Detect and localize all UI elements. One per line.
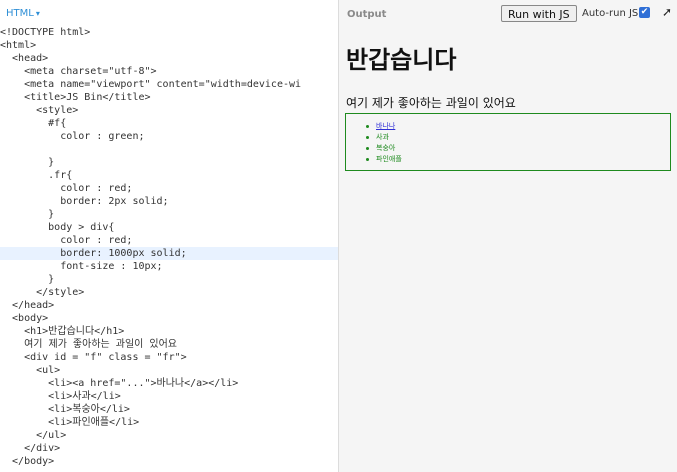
code-line[interactable]: <html> (0, 39, 338, 52)
html-panel-label-text: HTML (6, 8, 34, 19)
output-heading: 반갑습니다 (346, 46, 457, 74)
code-line[interactable]: } (0, 208, 338, 221)
code-line[interactable]: <li>복숭아</li> (0, 403, 338, 416)
code-line[interactable]: <style> (0, 104, 338, 117)
editor-header: HTML ▾ (0, 0, 338, 26)
code-line[interactable]: <meta charset="utf-8"> (0, 65, 338, 78)
code-line[interactable] (0, 143, 338, 156)
code-line[interactable]: <body> (0, 312, 338, 325)
output-pane: Output Run with JS Auto-run JS ✔ ➚ 반갑습니다… (339, 0, 677, 472)
code-line[interactable]: font-size : 10px; (0, 260, 338, 273)
run-with-js-button[interactable]: Run with JS (501, 5, 577, 22)
list-item: 사과 (366, 132, 402, 143)
banana-link[interactable]: 바나나 (376, 122, 395, 130)
list-item: 파인애플 (366, 154, 402, 165)
html-editor-pane: HTML ▾ <!DOCTYPE html> <html> <head> <met… (0, 0, 338, 472)
code-line-active[interactable]: border: 1000px solid; (0, 247, 338, 260)
code-line[interactable]: </style> (0, 286, 338, 299)
checkmark-icon: ✔ (640, 7, 649, 17)
code-line[interactable]: body > div{ (0, 221, 338, 234)
output-header: Output Run with JS Auto-run JS ✔ ➚ (339, 0, 677, 26)
code-line[interactable]: <!DOCTYPE html> (0, 26, 338, 39)
code-line[interactable]: color : red; (0, 182, 338, 195)
code-editor[interactable]: <!DOCTYPE html> <html> <head> <meta char… (0, 26, 338, 468)
code-line[interactable]: <meta name="viewport" content="width=dev… (0, 78, 338, 91)
output-label: Output (347, 9, 387, 20)
code-line[interactable]: <li>사과</li> (0, 390, 338, 403)
code-line[interactable]: #f{ (0, 117, 338, 130)
code-line[interactable]: <ul> (0, 364, 338, 377)
external-link-icon[interactable]: ➚ (662, 5, 672, 19)
code-line[interactable]: color : green; (0, 130, 338, 143)
code-line[interactable]: <li>파인애플</li> (0, 416, 338, 429)
code-line[interactable]: } (0, 273, 338, 286)
output-render: 반갑습니다 여기 제가 좋아하는 과일이 있어요 바나나 사과 복숭아 파인애플 (339, 26, 677, 472)
code-line[interactable]: } (0, 156, 338, 169)
code-line[interactable]: border: 2px solid; (0, 195, 338, 208)
code-line[interactable]: 여기 제가 좋아하는 과일이 있어요 (0, 338, 338, 351)
code-line[interactable]: <head> (0, 52, 338, 65)
list-item: 복숭아 (366, 143, 402, 154)
code-line[interactable]: </head> (0, 299, 338, 312)
code-line[interactable]: <div id = "f" class = "fr"> (0, 351, 338, 364)
output-text: 여기 제가 좋아하는 과일이 있어요 (346, 96, 516, 110)
html-panel-label[interactable]: HTML ▾ (6, 8, 40, 19)
auto-run-checkbox[interactable]: ✔ (639, 7, 650, 18)
code-line[interactable]: .fr{ (0, 169, 338, 182)
jsbin-app: HTML ▾ <!DOCTYPE html> <html> <head> <met… (0, 0, 677, 472)
auto-run-label: Auto-run JS (582, 8, 639, 19)
fruit-box: 바나나 사과 복숭아 파인애플 (345, 113, 671, 171)
fruit-list: 바나나 사과 복숭아 파인애플 (366, 121, 402, 165)
code-line[interactable]: <title>JS Bin</title> (0, 91, 338, 104)
code-line[interactable]: </body> (0, 455, 338, 468)
list-item: 바나나 (366, 121, 402, 132)
code-line[interactable]: <h1>반갑습니다</h1> (0, 325, 338, 338)
code-line[interactable]: </div> (0, 442, 338, 455)
chevron-down-icon[interactable]: ▾ (36, 9, 40, 18)
code-line[interactable]: </ul> (0, 429, 338, 442)
code-line[interactable]: <li><a href="...">바나나</a></li> (0, 377, 338, 390)
code-line[interactable]: color : red; (0, 234, 338, 247)
